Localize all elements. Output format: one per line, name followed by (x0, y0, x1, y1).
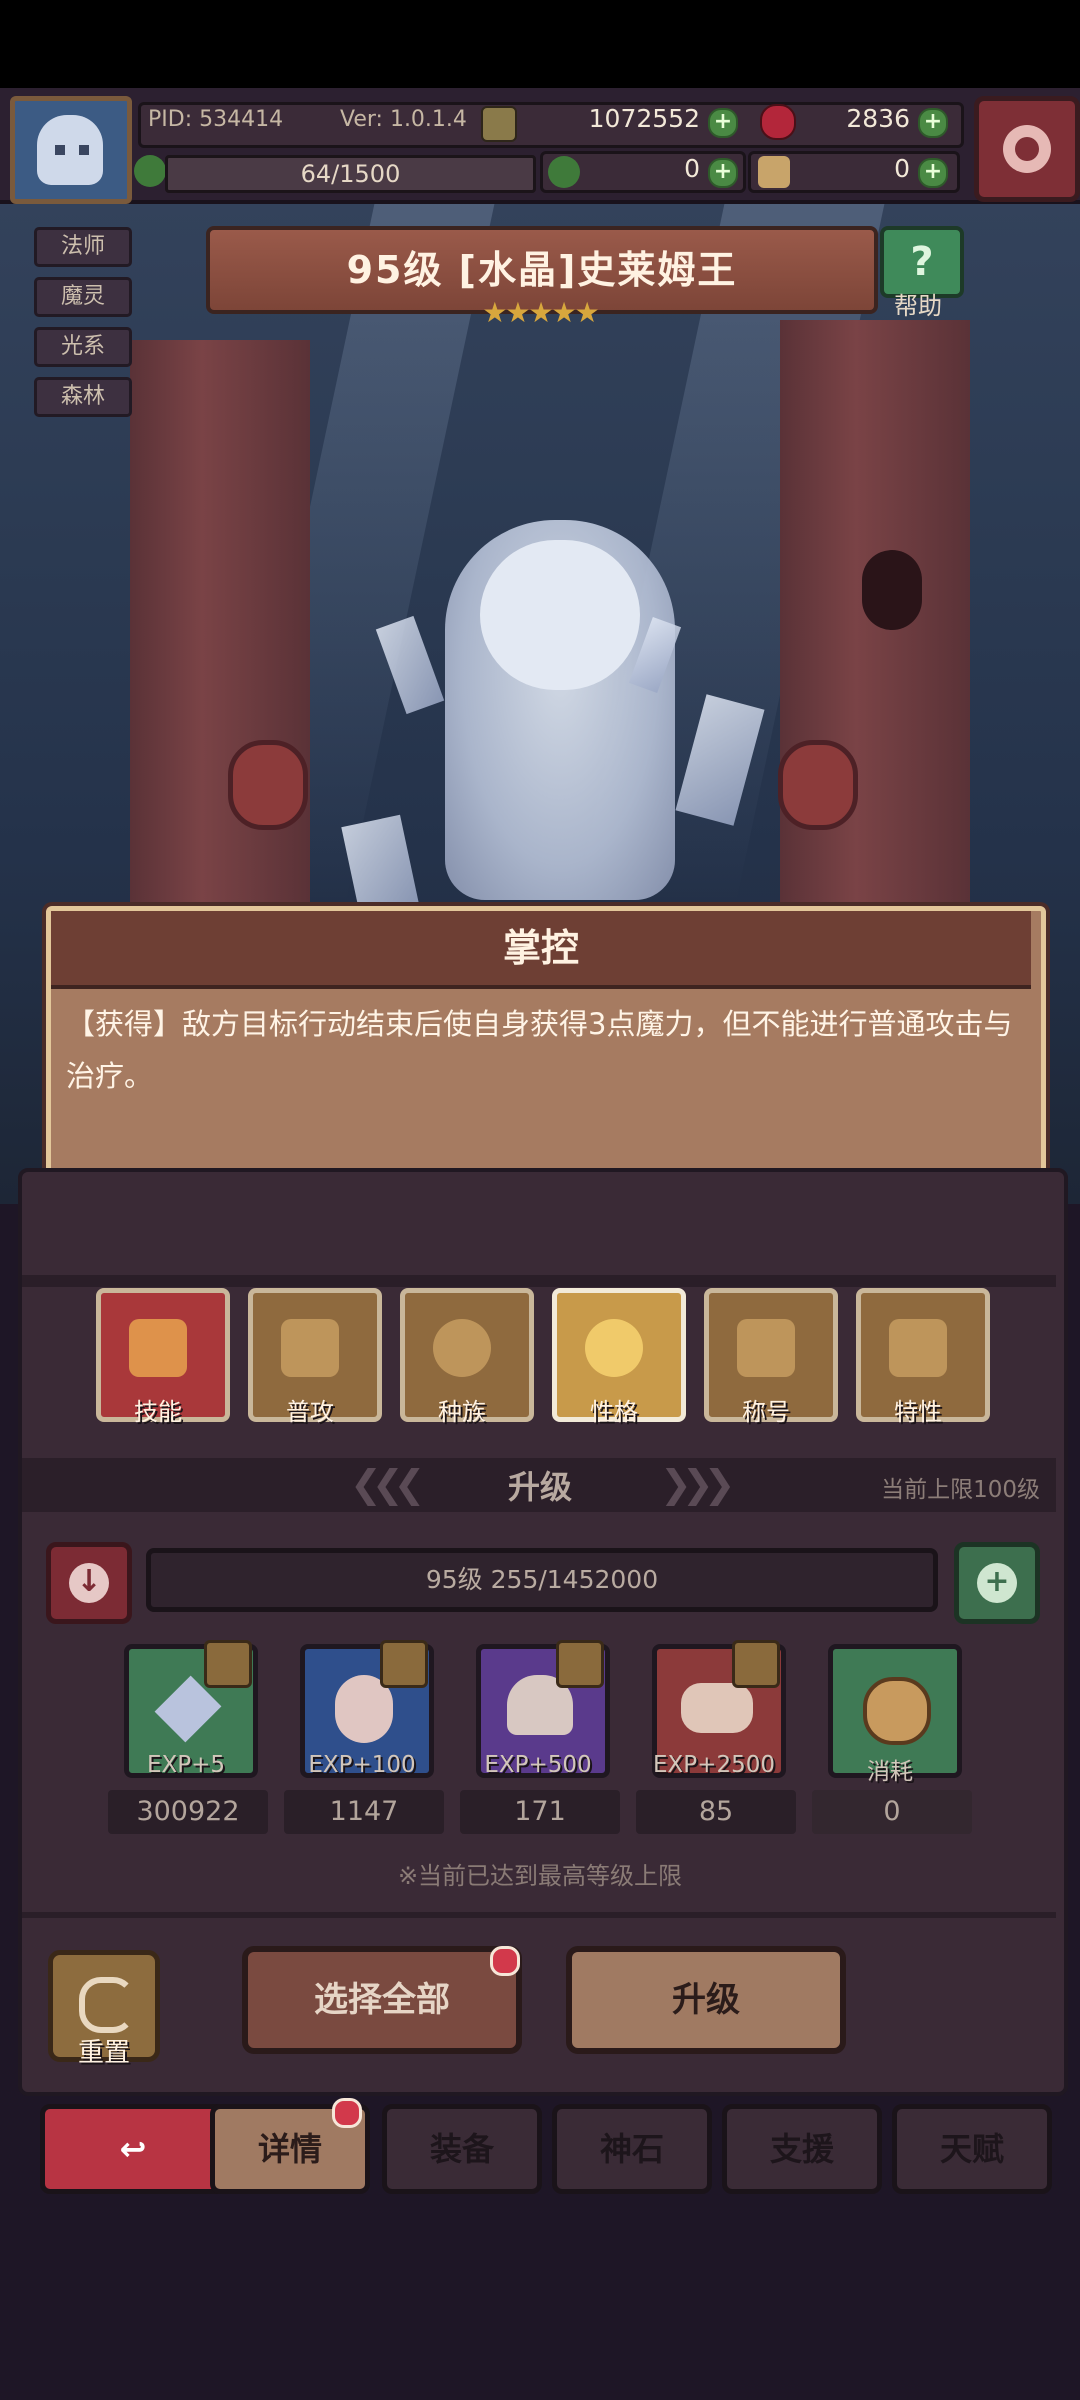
add-gem-button[interactable]: + (918, 108, 948, 138)
plus-icon: + (977, 1563, 1017, 1603)
upgrade-section-title: 升级 (507, 1468, 572, 1506)
tree-trunk-left (130, 340, 310, 960)
exp-item-count: 300922 (108, 1790, 268, 1834)
tab-trait-label: 特性 (894, 1398, 942, 1426)
upgrade-button[interactable]: 升级 (566, 1946, 846, 2054)
tree-trunk-right (780, 320, 970, 960)
exp-item-count: 171 (460, 1790, 620, 1834)
notification-dot (332, 2098, 362, 2128)
help-label: 帮助 (894, 292, 942, 320)
nav-godstone[interactable]: 神石 (552, 2104, 712, 2194)
back-arrow-icon: ↩ (119, 2130, 147, 2168)
add-gold-button[interactable]: + (708, 108, 738, 138)
tag-habitat: 森林 (34, 377, 132, 417)
chevron-right-icon: ❯❯❯ (660, 1462, 735, 1506)
settings-button[interactable] (974, 96, 1080, 202)
leaf-icon (134, 155, 166, 187)
tag-type: 魔灵 (34, 277, 132, 317)
lock-icon (380, 1640, 428, 1688)
gem-amount: 2836 (846, 104, 910, 133)
crystal-race-icon (433, 1319, 491, 1377)
exp-item-label: EXP+100 (308, 1752, 416, 1778)
game-version: Ver: 1.0.1.4 (340, 107, 467, 132)
skill-icon (129, 1319, 187, 1377)
exp-item-label: EXP+2500 (653, 1752, 775, 1778)
trait-plus-icon (889, 1319, 947, 1377)
exp-item-label: EXP+5 (146, 1752, 226, 1778)
star-rating: ★★★★★ (482, 296, 600, 329)
level-progress-bar: 95级 255/1452000 (146, 1548, 938, 1612)
tag-class: 法师 (34, 227, 132, 267)
lock-icon (732, 1640, 780, 1688)
consume-label: 消耗 (867, 1759, 913, 1785)
nav-equipment[interactable]: 装备 (382, 2104, 542, 2194)
coin-item-icon (863, 1677, 931, 1745)
exp-item-label: EXP+500 (484, 1752, 592, 1778)
nav-talent[interactable]: 天赋 (892, 2104, 1052, 2194)
title-icon (737, 1319, 795, 1377)
clover-count: 0 (684, 154, 700, 183)
tab-race-label: 种族 (438, 1398, 486, 1426)
tooltip-title: 掌控 (51, 911, 1031, 989)
arrow-down-icon: ↓ (69, 1563, 109, 1603)
next-character-button[interactable] (778, 740, 858, 830)
exp-item-count: 85 (636, 1790, 796, 1834)
tooltip-description: 【获得】敌方目标行动结束后使自身获得3点魔力，但不能进行普通攻击与治疗。 (66, 1007, 1013, 1093)
gem-icon (760, 104, 796, 140)
notification-dot (490, 1946, 520, 1976)
max-level-note: ※当前已达到最高等级上限 (397, 1862, 683, 1890)
tab-title-label: 称号 (742, 1398, 790, 1426)
player-avatar[interactable] (10, 96, 132, 204)
lock-icon (556, 1640, 604, 1688)
back-button[interactable]: ↩ (40, 2104, 226, 2194)
personality-icon (585, 1319, 643, 1377)
gold-amount: 1072552 (588, 104, 700, 133)
decrease-button[interactable]: ↓ (46, 1542, 132, 1624)
exp-item-count: 1147 (284, 1790, 444, 1834)
character-head (480, 540, 640, 690)
consume-count: 0 (812, 1790, 972, 1834)
add-item-button[interactable]: + (918, 158, 948, 188)
select-all-button[interactable]: 选择全部 (242, 1946, 522, 2054)
tag-element: 光系 (34, 327, 132, 367)
sword-icon (281, 1319, 339, 1377)
lock-icon (204, 1640, 252, 1688)
chevron-left-icon: ❮❮❮ (350, 1462, 425, 1506)
increase-button[interactable]: + (954, 1542, 1040, 1624)
system-status-bar (0, 0, 1080, 88)
clover-icon (548, 156, 580, 188)
tab-skill-label: 技能 (134, 1398, 182, 1426)
fish-item-icon (681, 1683, 753, 1733)
add-clover-button[interactable]: + (708, 158, 738, 188)
level-cap-note: 当前上限100级 (881, 1477, 1040, 1503)
item-count: 0 (894, 154, 910, 183)
item-hand-icon (758, 156, 790, 188)
prev-character-button[interactable] (228, 740, 308, 830)
refresh-icon (79, 1977, 135, 2033)
player-id: PID: 534414 (148, 107, 284, 132)
reset-label: 重置 (77, 2038, 130, 2068)
player-exp-bar: 64/1500 (165, 155, 536, 193)
tab-attack-label: 普攻 (286, 1398, 334, 1426)
tab-personality-label: 性格 (590, 1398, 638, 1426)
nav-support[interactable]: 支援 (722, 2104, 882, 2194)
gold-coin-icon (481, 106, 517, 142)
